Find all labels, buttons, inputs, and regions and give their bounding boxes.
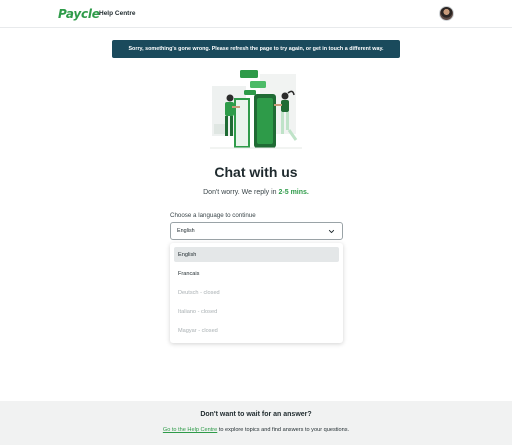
language-dropdown: English Francais Deutsch - closed Italia… <box>170 243 343 343</box>
help-centre-title[interactable]: Help Centre <box>99 10 135 17</box>
user-avatar[interactable] <box>439 6 454 21</box>
footer: Don't want to wait for an answer? Go to … <box>0 401 512 445</box>
language-option-deutsch: Deutsch - closed <box>178 289 220 296</box>
reply-time-highlight: 2-5 mins. <box>278 189 309 196</box>
subtitle-prefix: Don't worry. We reply in <box>203 189 279 196</box>
language-option-italiano: Italiano - closed <box>178 308 218 315</box>
help-centre-link[interactable]: Go to the Help Centre <box>163 427 217 433</box>
paycle-logo[interactable]: Paycle <box>58 7 100 21</box>
language-select[interactable]: English <box>170 222 343 240</box>
language-label: Choose a language to continue <box>170 212 256 219</box>
page-title: Chat with us <box>214 164 298 180</box>
language-option-magyar: Magyar - closed <box>178 327 218 334</box>
top-header: Paycle Help Centre <box>0 0 512 28</box>
language-option-english[interactable]: English <box>174 247 339 262</box>
chat-support-illustration <box>210 70 302 149</box>
footer-suffix: to explore topics and find answers to yo… <box>217 427 350 433</box>
chevron-down-icon[interactable] <box>328 228 335 235</box>
language-option-francais[interactable]: Francais <box>174 266 339 281</box>
error-banner: Sorry, something's gone wrong. Please re… <box>112 40 400 58</box>
footer-text: Go to the Help Centre to explore topics … <box>0 427 512 433</box>
footer-title: Don't want to wait for an answer? <box>200 411 312 418</box>
reply-time-subtitle: Don't worry. We reply in 2-5 mins. <box>0 189 512 196</box>
speech-bubble-icon <box>240 70 258 78</box>
error-banner-text: Sorry, something's gone wrong. Please re… <box>128 46 384 52</box>
language-select-value: English <box>177 228 195 234</box>
